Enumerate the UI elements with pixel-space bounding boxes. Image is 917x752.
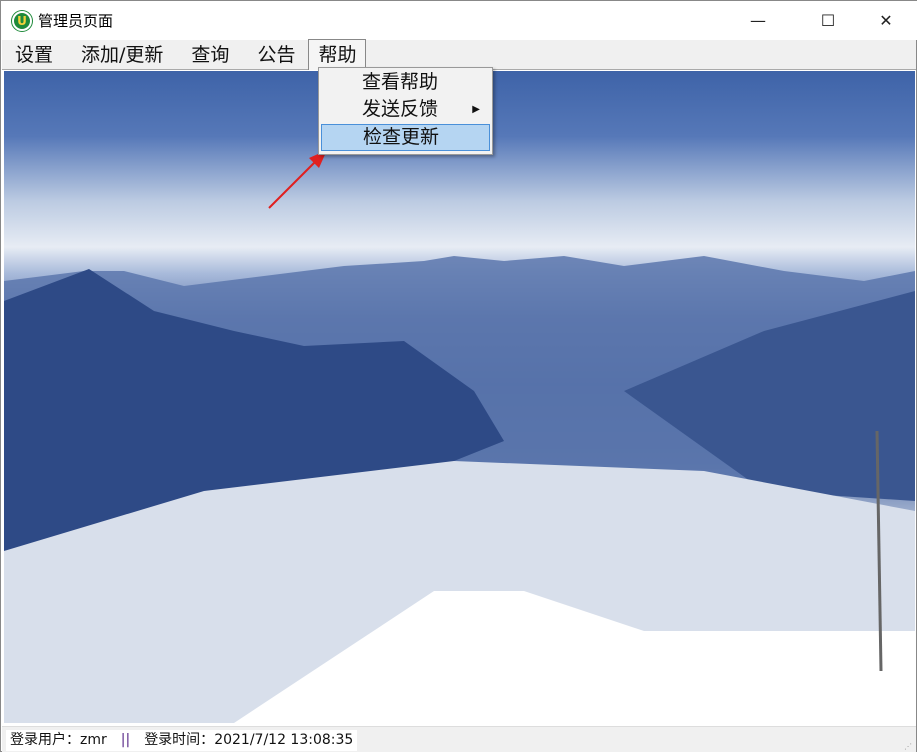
background-image-snowy-mountains: [4, 71, 915, 723]
app-logo-icon: U: [12, 10, 32, 31]
menu-bar: 设置 添加/更新 查询 公告 帮助: [2, 39, 916, 70]
resize-grip-icon[interactable]: ⋰: [904, 743, 912, 751]
user-label: 登录用户：: [10, 732, 80, 748]
menu-settings[interactable]: 设置: [2, 40, 66, 70]
submenu-arrow-icon: ▶: [472, 104, 480, 115]
check-update-label: 检查更新: [363, 126, 440, 148]
menu-item-view-help[interactable]: 查看帮助: [321, 69, 490, 96]
help-dropdown-menu: 查看帮助 发送反馈 ▶ 检查更新: [318, 67, 493, 155]
close-button[interactable]: ✕: [863, 1, 909, 40]
time-label: 登录时间：: [144, 732, 215, 748]
status-bar: 登录用户：zmr || 登录时间：2021/7/12 13:08:35 ⋰: [2, 726, 916, 752]
send-feedback-label: 发送反馈: [362, 98, 439, 120]
menu-announcement[interactable]: 公告: [244, 40, 308, 70]
window-title: 管理员页面: [38, 12, 114, 30]
menu-help[interactable]: 帮助: [308, 39, 367, 70]
status-separator: ||: [120, 732, 131, 748]
menu-item-send-feedback[interactable]: 发送反馈 ▶: [321, 96, 490, 123]
maximize-button[interactable]: ☐: [805, 1, 851, 40]
title-bar: U 管理员页面 — ☐ ✕: [1, 1, 917, 40]
status-text: 登录用户：zmr || 登录时间：2021/7/12 13:08:35: [6, 730, 358, 751]
menu-item-check-update[interactable]: 检查更新: [321, 124, 490, 151]
menu-query[interactable]: 查询: [178, 40, 242, 70]
minimize-button[interactable]: —: [735, 1, 781, 40]
menu-add-update[interactable]: 添加/更新: [68, 40, 176, 70]
view-help-label: 查看帮助: [362, 71, 439, 93]
user-value: zmr: [80, 732, 107, 748]
time-value: 2021/7/12 13:08:35: [214, 732, 354, 748]
